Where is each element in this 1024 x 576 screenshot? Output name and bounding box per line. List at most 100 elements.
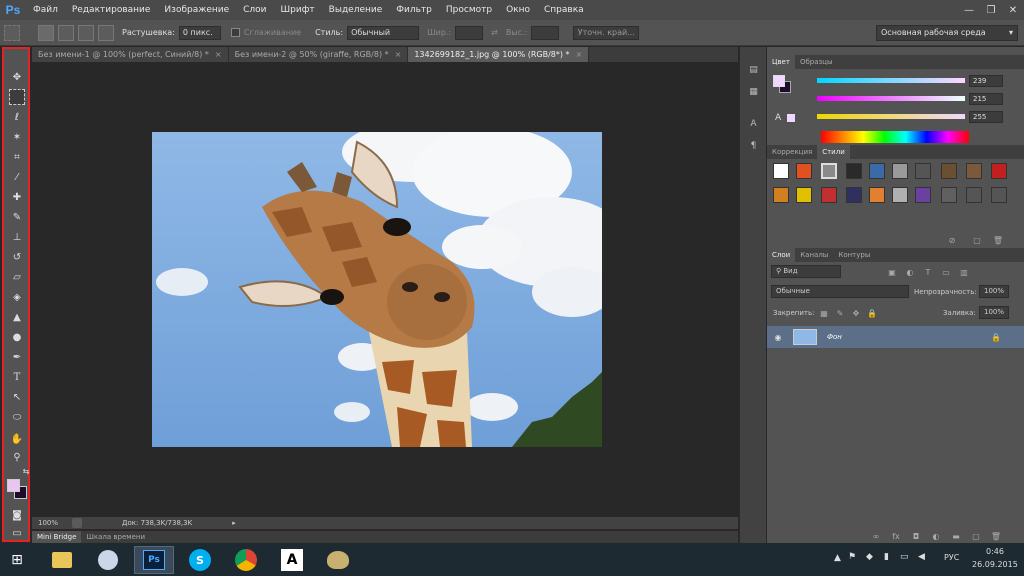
tab-document-1[interactable]: Без имени-1 @ 100% (perfect, Синий/8) * …: [32, 47, 229, 62]
layer-name[interactable]: Фон: [827, 333, 842, 341]
close-icon[interactable]: ×: [576, 50, 583, 59]
tray-app-icon[interactable]: ◆: [866, 552, 873, 562]
blur-tool-icon[interactable]: ▲: [9, 309, 25, 325]
lock-image-icon[interactable]: ✎: [835, 308, 845, 318]
paragraph-panel-icon[interactable]: ¶: [746, 139, 761, 152]
type-tool-icon[interactable]: T: [9, 369, 25, 385]
subtract-selection-icon[interactable]: [78, 24, 94, 41]
tab-document-3[interactable]: 1342699182_1.jpg @ 100% (RGB/8*) * ×: [408, 47, 590, 62]
tab-document-2[interactable]: Без имени-2 @ 50% (giraffe, RGB/8) * ×: [228, 47, 409, 62]
tab-swatches[interactable]: Образцы: [795, 55, 838, 69]
channel-g-slider[interactable]: [817, 96, 965, 101]
hand-tool-icon[interactable]: ✋: [9, 431, 25, 447]
adjustment-layer-icon[interactable]: ◐: [931, 531, 941, 541]
menu-filter[interactable]: Фильтр: [389, 5, 439, 15]
link-layers-icon[interactable]: ∞: [871, 531, 881, 541]
eyedropper-tool-icon[interactable]: ⁄: [9, 169, 25, 185]
new-layer-icon[interactable]: ▢: [971, 531, 981, 541]
menu-select[interactable]: Выделение: [322, 5, 390, 15]
pen-tool-icon[interactable]: ✒: [9, 349, 25, 365]
minimize-button[interactable]: —: [958, 0, 980, 20]
filter-adjust-icon[interactable]: ◐: [905, 267, 915, 277]
new-style-icon[interactable]: ▢: [972, 235, 982, 245]
feather-input[interactable]: 0 пикс.: [178, 25, 221, 40]
color-ramp[interactable]: [821, 131, 969, 143]
tray-date[interactable]: 26.09.2015: [972, 560, 1018, 569]
add-selection-icon[interactable]: [58, 24, 74, 41]
move-tool-icon[interactable]: ✥: [9, 69, 25, 85]
style-swatch[interactable]: [796, 163, 812, 179]
lasso-tool-icon[interactable]: ℓ: [9, 109, 25, 125]
magic-wand-tool-icon[interactable]: ✶: [9, 129, 25, 145]
gamut-swatch[interactable]: [787, 114, 795, 122]
style-swatch[interactable]: [821, 187, 837, 203]
tab-color[interactable]: Цвет: [767, 55, 795, 69]
status-menu-icon[interactable]: [72, 518, 82, 528]
tab-timeline[interactable]: Шкала времени: [81, 531, 150, 543]
menu-type[interactable]: Шрифт: [274, 5, 322, 15]
ellipse-tool-icon[interactable]: ⬭: [9, 409, 25, 425]
path-selection-tool-icon[interactable]: ↖: [9, 389, 25, 405]
width-input[interactable]: [455, 25, 484, 40]
clone-stamp-tool-icon[interactable]: ⊥: [9, 229, 25, 245]
style-select[interactable]: Обычный: [347, 25, 420, 40]
swap-icon[interactable]: ⇄: [491, 28, 498, 37]
channel-r-slider[interactable]: [817, 78, 965, 83]
opacity-input[interactable]: 100%: [979, 285, 1009, 298]
blend-mode-select[interactable]: Обычные: [771, 285, 909, 298]
fill-input[interactable]: 100%: [979, 306, 1009, 319]
style-swatch[interactable]: [941, 163, 957, 179]
giraffe-photo[interactable]: [152, 132, 602, 447]
lock-position-icon[interactable]: ✥: [851, 308, 861, 318]
screen-mode-icon[interactable]: ▭: [9, 525, 25, 541]
taskbar-photoshop-icon[interactable]: Ps: [134, 546, 174, 574]
status-arrow-icon[interactable]: ▸: [232, 519, 236, 527]
filter-pixel-icon[interactable]: ▣: [887, 267, 897, 277]
crop-tool-icon[interactable]: ⌗: [9, 149, 25, 165]
close-icon[interactable]: ×: [215, 50, 222, 59]
layer-filter-select[interactable]: ⚲ Вид: [771, 265, 841, 278]
style-swatch[interactable]: [966, 187, 982, 203]
style-swatch[interactable]: [892, 187, 908, 203]
tray-battery-icon[interactable]: ▭: [900, 552, 909, 562]
lock-transparent-icon[interactable]: ▦: [819, 308, 829, 318]
dodge-tool-icon[interactable]: ●: [9, 329, 25, 345]
color-fg-swatch[interactable]: [773, 75, 785, 87]
zoom-level[interactable]: 100%: [38, 519, 68, 527]
add-mask-icon[interactable]: ◘: [911, 531, 921, 541]
eraser-tool-icon[interactable]: ▱: [9, 269, 25, 285]
tray-flag-icon[interactable]: ⚑: [848, 552, 856, 562]
antialias-checkbox[interactable]: [230, 28, 240, 37]
tray-show-hidden-icon[interactable]: ▲: [834, 553, 841, 563]
refine-edge-button[interactable]: Уточн. край...: [573, 25, 640, 40]
intersect-selection-icon[interactable]: [98, 24, 114, 41]
paint-bucket-tool-icon[interactable]: ◈: [9, 289, 25, 305]
taskbar-browser-icon[interactable]: [88, 546, 128, 574]
eye-icon[interactable]: ◉: [773, 332, 783, 342]
menu-view[interactable]: Просмотр: [439, 5, 499, 15]
history-brush-tool-icon[interactable]: ↺: [9, 249, 25, 265]
taskbar-skype-icon[interactable]: S: [180, 546, 220, 574]
style-swatch[interactable]: [991, 187, 1007, 203]
channel-b-slider[interactable]: [817, 114, 965, 119]
lock-all-icon[interactable]: 🔒: [867, 308, 877, 318]
style-swatch[interactable]: [915, 187, 931, 203]
healing-brush-tool-icon[interactable]: ✚: [9, 189, 25, 205]
menu-help[interactable]: Справка: [537, 5, 591, 15]
tab-channels[interactable]: Каналы: [795, 248, 833, 262]
style-swatch[interactable]: [846, 163, 862, 179]
character-panel-icon[interactable]: A: [746, 117, 761, 130]
restore-button[interactable]: ❐: [980, 0, 1002, 20]
close-icon[interactable]: ×: [395, 50, 402, 59]
style-swatch[interactable]: [892, 163, 908, 179]
style-swatch[interactable]: [821, 163, 837, 179]
marquee-preset-icon[interactable]: [4, 24, 20, 41]
new-selection-icon[interactable]: [38, 24, 54, 41]
start-button-icon[interactable]: ⊞: [0, 546, 34, 574]
workspace-select[interactable]: Основная рабочая среда ▾: [876, 25, 1018, 41]
style-swatch[interactable]: [773, 187, 789, 203]
new-group-icon[interactable]: ▬: [951, 531, 961, 541]
taskbar-file-explorer-icon[interactable]: [42, 546, 82, 574]
style-swatch[interactable]: [941, 187, 957, 203]
style-swatch[interactable]: [869, 163, 885, 179]
